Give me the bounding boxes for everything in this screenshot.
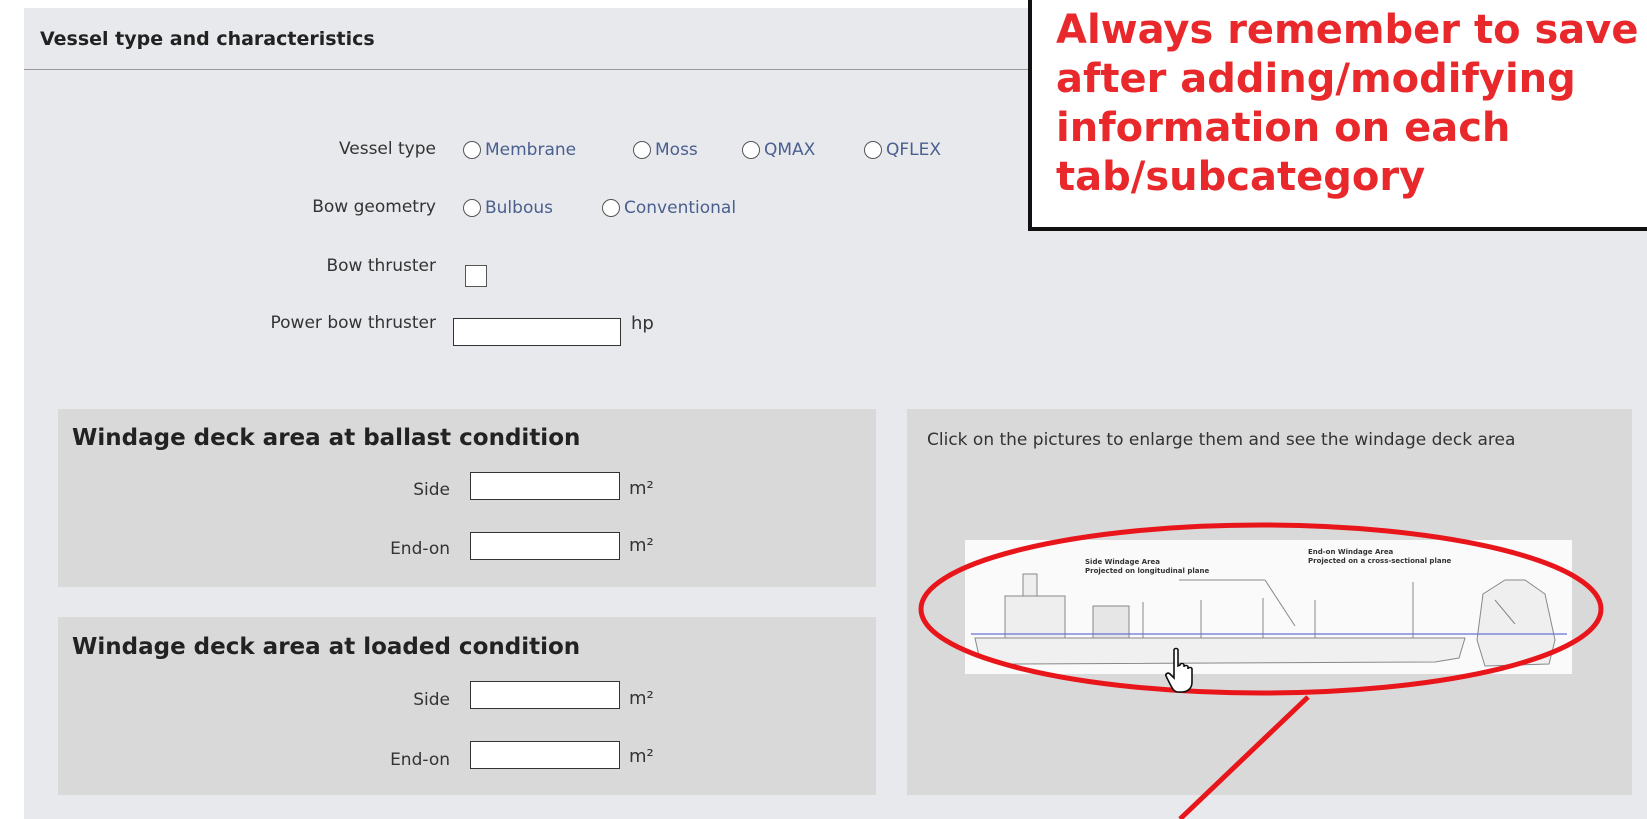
radio-label-membrane: Membrane	[485, 140, 577, 160]
section-title: Vessel type and characteristics	[40, 28, 375, 50]
ballast-endon-unit: m²	[629, 535, 654, 556]
radio-label-moss: Moss	[655, 140, 698, 160]
radio-conventional[interactable]	[602, 199, 620, 217]
power-unit: hp	[631, 313, 654, 334]
vessel-type-membrane[interactable]: Membrane	[463, 140, 576, 160]
side-caption-1: Side Windage Area	[1085, 558, 1160, 566]
radio-qmax[interactable]	[742, 141, 760, 159]
loaded-title: Windage deck area at loaded condition	[72, 634, 581, 660]
power-bow-thruster-label: Power bow thruster	[270, 313, 436, 333]
endon-caption-1: End-on Windage Area	[1308, 548, 1394, 556]
loaded-endon-unit: m²	[629, 746, 654, 767]
save-reminder-callout: Always remember to save after adding/mod…	[1028, 0, 1647, 231]
vessel-type-label: Vessel type	[338, 139, 436, 159]
radio-bulbous[interactable]	[463, 199, 481, 217]
bow-thruster-label: Bow thruster	[326, 256, 436, 276]
radio-qflex[interactable]	[864, 141, 882, 159]
loaded-side-input[interactable]	[470, 681, 620, 709]
loaded-endon-input[interactable]	[470, 741, 620, 769]
endon-caption-2: Projected on a cross-sectional plane	[1308, 557, 1452, 565]
vessel-type-qmax[interactable]: QMAX	[742, 140, 815, 160]
loaded-side-unit: m²	[629, 688, 654, 709]
radio-label-bulbous: Bulbous	[485, 198, 553, 218]
ship-windage-picture[interactable]: Side Windage Area Projected on longitudi…	[965, 540, 1572, 674]
vessel-type-qflex[interactable]: QFLEX	[864, 140, 941, 160]
bow-thruster-checkbox[interactable]	[465, 265, 487, 287]
bow-geometry-bulbous[interactable]: Bulbous	[463, 198, 553, 218]
radio-label-conventional: Conventional	[624, 198, 737, 218]
ship-drawing: Side Windage Area Projected on longitudi…	[971, 548, 1567, 667]
radio-membrane[interactable]	[463, 141, 481, 159]
side-caption-2: Projected on longitudinal plane	[1085, 567, 1209, 575]
power-bow-thruster-input[interactable]	[453, 318, 621, 346]
bow-geometry-conventional[interactable]: Conventional	[602, 198, 736, 218]
ballast-endon-input[interactable]	[470, 532, 620, 560]
ballast-endon-label: End-on	[390, 539, 450, 559]
ballast-side-unit: m²	[629, 478, 654, 499]
bow-geometry-label: Bow geometry	[312, 197, 436, 217]
loaded-side-label: Side	[413, 690, 450, 710]
ship-end-view	[1476, 579, 1556, 667]
ballast-title: Windage deck area at ballast condition	[72, 425, 581, 451]
ballast-side-label: Side	[413, 480, 450, 500]
vessel-type-moss[interactable]: Moss	[633, 140, 698, 160]
ship-side-view	[974, 573, 1466, 665]
loaded-endon-label: End-on	[390, 750, 450, 770]
radio-label-qmax: QMAX	[764, 140, 816, 160]
pictures-hint: Click on the pictures to enlarge them an…	[927, 430, 1516, 450]
radio-moss[interactable]	[633, 141, 651, 159]
save-reminder-text: Always remember to save after adding/mod…	[1056, 7, 1639, 200]
ballast-side-input[interactable]	[470, 472, 620, 500]
radio-label-qflex: QFLEX	[886, 140, 942, 160]
